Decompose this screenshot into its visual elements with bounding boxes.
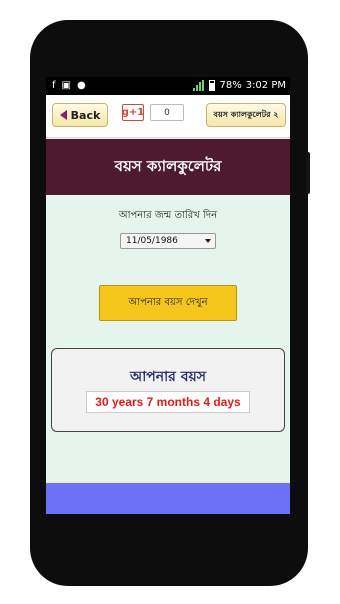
back-arrow-icon bbox=[59, 110, 67, 120]
age-result-value: 30 years 7 months 4 days bbox=[86, 391, 250, 413]
show-age-button[interactable]: আপনার বয়স দেখুন bbox=[99, 285, 237, 321]
clock: 3:02 PM bbox=[245, 80, 286, 91]
signal-icon bbox=[193, 80, 205, 91]
bottom-banner bbox=[46, 483, 290, 514]
google-plus-button[interactable]: g+1 bbox=[122, 104, 144, 121]
battery-icon bbox=[209, 80, 216, 91]
dropdown-arrow-icon bbox=[205, 239, 211, 243]
app-screen: f ▣ ● 78% 3:02 PM Back g+1 0 বয়স ক্যালক… bbox=[46, 77, 290, 514]
result-heading: আপনার বয়স bbox=[129, 369, 207, 385]
birth-date-prompt: আপনার জন্ম তারিখ দিন bbox=[118, 210, 218, 221]
page-title: বয়স ক্যালকুলেটর bbox=[46, 139, 290, 195]
back-button[interactable]: Back bbox=[52, 103, 108, 127]
result-panel: আপনার বয়স 30 years 7 months 4 days bbox=[51, 348, 285, 432]
chat-icon: ● bbox=[76, 80, 86, 91]
phone-side-button bbox=[306, 152, 310, 194]
battery-percent: 78% bbox=[219, 80, 242, 91]
google-plus-count: 0 bbox=[150, 104, 184, 121]
birth-date-value: 11/05/1986 bbox=[126, 236, 178, 246]
status-bar: f ▣ ● 78% 3:02 PM bbox=[46, 77, 290, 95]
age-calculator-2-button[interactable]: বয়স ক্যালকুলেটর ২ bbox=[206, 103, 286, 127]
top-toolbar: Back g+1 0 বয়স ক্যালকুলেটর ২ bbox=[46, 95, 290, 138]
facebook-icon: f bbox=[52, 80, 56, 91]
image-icon: ▣ bbox=[61, 80, 71, 91]
back-button-label: Back bbox=[70, 108, 101, 122]
birth-date-select[interactable]: 11/05/1986 bbox=[120, 233, 216, 249]
